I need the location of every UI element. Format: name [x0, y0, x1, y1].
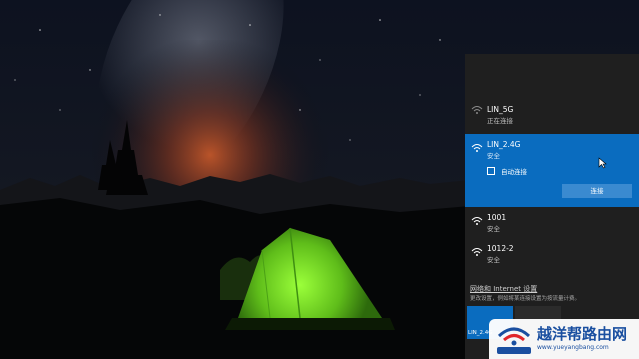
network-status: 正在连接	[487, 117, 513, 125]
auto-connect-label: 自动连接	[501, 168, 527, 176]
watermark-url: www.yueyangbang.com	[537, 344, 609, 351]
network-settings-link[interactable]: 网络和 Internet 设置	[470, 284, 537, 294]
watermark-title: 越洋帮路由网	[537, 325, 628, 343]
network-item-1012-2[interactable]: 1012-2 安全	[465, 240, 639, 270]
mouse-cursor-icon	[598, 157, 607, 169]
auto-connect-checkbox[interactable]	[487, 167, 495, 175]
wifi-icon	[471, 144, 483, 152]
router-logo-icon	[497, 327, 531, 354]
network-status: 安全	[487, 152, 500, 160]
network-settings-description: 更改设置，例如将某连接设置为按流量计费。	[470, 296, 581, 302]
network-status: 安全	[487, 225, 500, 233]
wifi-icon	[471, 248, 483, 256]
connect-button[interactable]: 连接	[562, 184, 632, 198]
network-item-lin-5g[interactable]: LIN_5G 正在连接	[465, 99, 639, 131]
network-name: LIN_5G	[487, 105, 514, 114]
network-item-lin-2-4g[interactable]: LIN_2.4G 安全 自动连接 连接	[465, 134, 639, 207]
network-name: 1001	[487, 213, 507, 222]
watermark: 越洋帮路由网 www.yueyangbang.com	[489, 319, 639, 359]
network-name: 1012-2	[487, 244, 514, 253]
network-status: 安全	[487, 256, 500, 264]
wifi-icon	[471, 217, 483, 225]
network-flyout: LIN_5G 正在连接 LIN_2.4G 安全 自动连接 连接 1001 安全 …	[465, 54, 639, 359]
network-item-1001[interactable]: 1001 安全	[465, 209, 639, 239]
wifi-icon	[471, 106, 483, 114]
network-name: LIN_2.4G	[487, 140, 521, 149]
